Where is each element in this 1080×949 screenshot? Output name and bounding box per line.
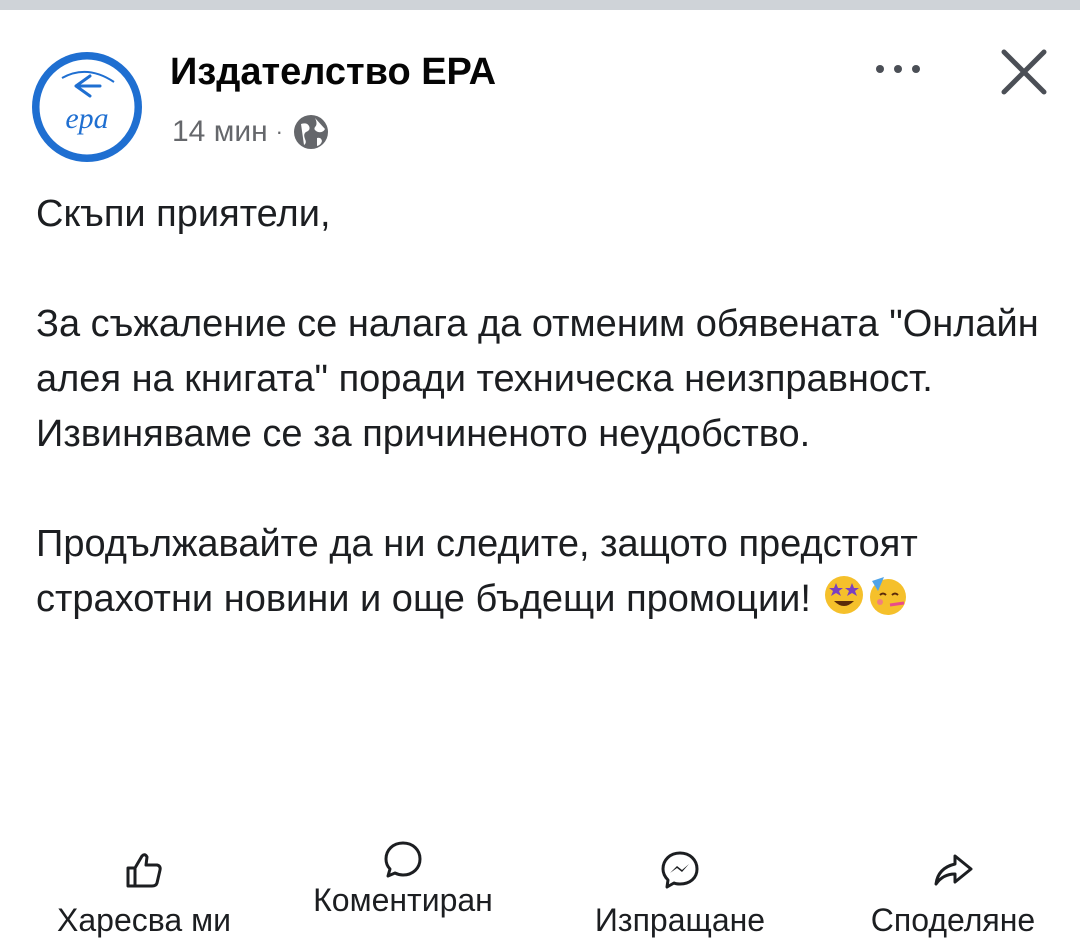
post-paragraph: За съжаление се налага да отменим обявен…: [36, 303, 1039, 455]
star-struck-emoji-icon: [824, 576, 863, 614]
top-divider: [0, 0, 1080, 10]
comment-icon: [384, 841, 422, 878]
share-button[interactable]: Споделяне: [838, 848, 1068, 939]
globe-icon: [293, 115, 328, 149]
close-icon: [1001, 49, 1047, 95]
share-icon: [934, 854, 973, 886]
like-label: Харесва ми: [57, 902, 231, 938]
post-meta: 14 мин ·: [172, 112, 331, 152]
comment-label: Коментиран: [313, 882, 493, 918]
partying-face-emoji-icon: [869, 577, 906, 615]
send-button[interactable]: Изпращане: [565, 848, 795, 939]
post-body: Скъпи приятели, За съжаление се налага д…: [36, 187, 1066, 627]
comment-button[interactable]: Коментиран: [278, 838, 528, 919]
post-actions-bar: Харесва ми Коментиран Изпращане Споделян…: [0, 838, 1080, 949]
messenger-icon: [661, 851, 699, 889]
avatar[interactable]: ера: [32, 52, 142, 162]
more-options-button[interactable]: [868, 54, 928, 84]
logo-text: ера: [65, 102, 108, 135]
send-label: Изпращане: [594, 902, 766, 938]
share-label: Споделяне: [870, 902, 1036, 938]
post-time[interactable]: 14 мин: [172, 115, 268, 149]
thumbs-up-icon: [126, 853, 162, 888]
post-paragraph: Скъпи приятели,: [36, 193, 331, 235]
page-name[interactable]: Издателство ЕРА: [170, 48, 496, 96]
post-paragraph-text: Продължавайте да ни следите, защото пред…: [36, 523, 918, 620]
like-button[interactable]: Харесва ми: [24, 848, 264, 939]
post-paragraph: Продължавайте да ни следите, защото пред…: [36, 517, 1066, 627]
meta-separator: ·: [275, 119, 283, 144]
publisher-logo: ера: [36, 56, 138, 158]
close-button[interactable]: [994, 42, 1054, 102]
more-horizontal-icon: [876, 65, 920, 73]
